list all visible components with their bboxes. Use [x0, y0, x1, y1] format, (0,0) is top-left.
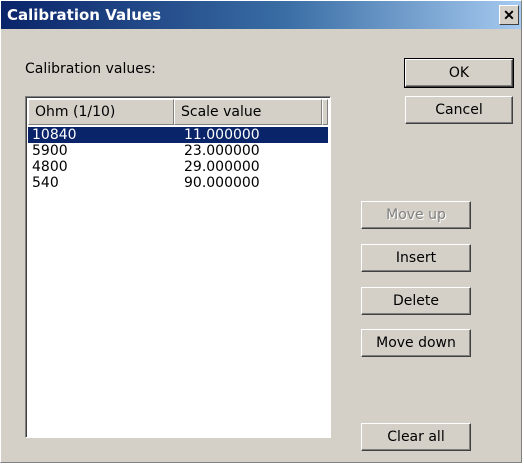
- table-row[interactable]: 540 90.000000: [28, 175, 328, 191]
- cell-ohm: 10840: [32, 127, 77, 143]
- cell-ohm: 5900: [32, 143, 68, 159]
- column-header-scale-value[interactable]: Scale value: [174, 99, 322, 125]
- cell-scale-value: 90.000000: [184, 175, 260, 191]
- cancel-button[interactable]: Cancel: [405, 96, 513, 124]
- cell-ohm: 540: [32, 175, 59, 191]
- ok-button[interactable]: OK: [404, 58, 514, 88]
- column-header-ohm[interactable]: Ohm (1/10): [28, 99, 174, 125]
- table-row[interactable]: 5900 23.000000: [28, 143, 328, 159]
- cell-scale-value: 23.000000: [184, 143, 260, 159]
- calibration-values-dialog: Calibration Values ✕ Calibration values:…: [0, 0, 522, 463]
- cell-scale-value: 29.000000: [184, 159, 260, 175]
- cell-scale-value: 11.000000: [184, 127, 260, 143]
- close-icon: ✕: [503, 7, 515, 23]
- close-button[interactable]: ✕: [499, 5, 519, 25]
- clear-all-button[interactable]: Clear all: [361, 423, 471, 451]
- calibration-list[interactable]: Ohm (1/10) Scale value 10840 11.000000 5…: [25, 96, 331, 438]
- list-rows: 10840 11.000000 5900 23.000000 4800 29.0…: [27, 126, 329, 191]
- table-row[interactable]: 10840 11.000000: [27, 126, 329, 144]
- window-title: Calibration Values: [7, 6, 162, 24]
- table-row[interactable]: 4800 29.000000: [28, 159, 328, 175]
- move-down-button[interactable]: Move down: [361, 329, 471, 357]
- column-header-filler: [322, 99, 328, 125]
- delete-button[interactable]: Delete: [361, 287, 471, 315]
- cell-ohm: 4800: [32, 159, 68, 175]
- move-up-button[interactable]: Move up: [361, 201, 471, 229]
- insert-button[interactable]: Insert: [361, 244, 471, 272]
- list-header: Ohm (1/10) Scale value: [28, 99, 328, 125]
- title-bar[interactable]: Calibration Values ✕: [1, 1, 521, 29]
- calibration-values-label: Calibration values:: [25, 61, 156, 77]
